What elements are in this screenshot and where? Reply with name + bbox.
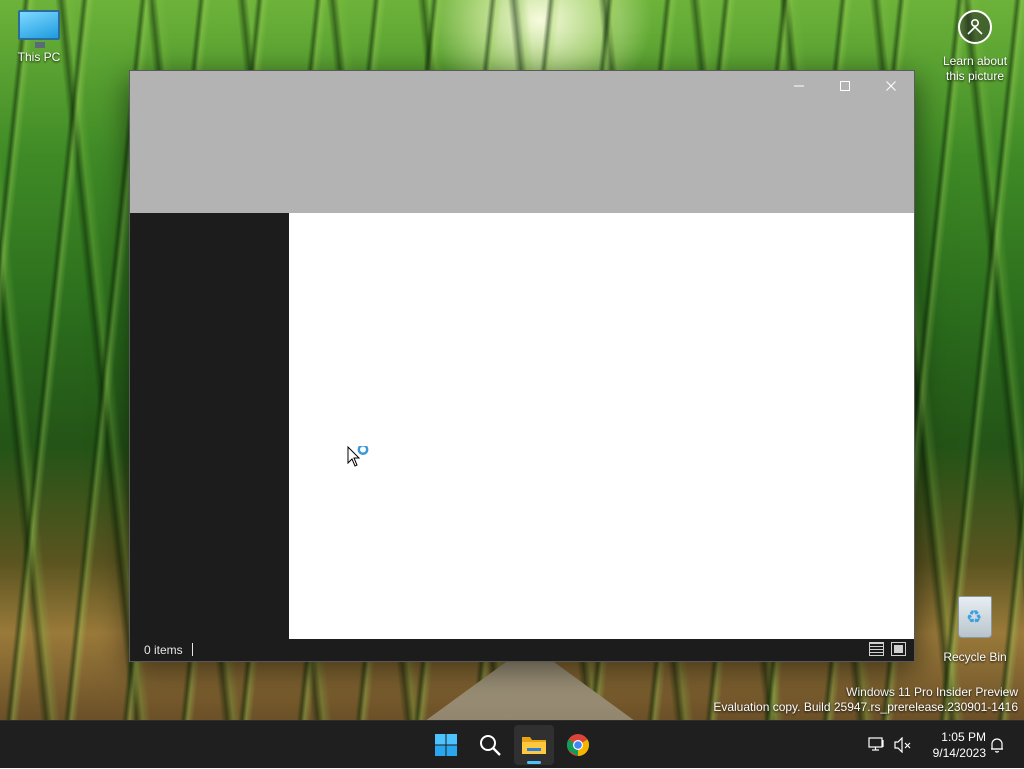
clock-date: 9/14/2023 xyxy=(932,746,986,760)
evaluation-watermark: Windows 11 Pro Insider Preview Evaluatio… xyxy=(713,685,1018,715)
status-divider xyxy=(192,643,193,656)
recycle-bin-icon: ♻ xyxy=(958,596,992,638)
large-icons-view-icon[interactable] xyxy=(891,642,906,656)
minimize-icon xyxy=(794,85,804,87)
recycle-bin-label: Recycle Bin xyxy=(943,650,1007,664)
window-titlebar[interactable] xyxy=(130,71,914,213)
chrome-icon xyxy=(567,734,589,756)
clock-time: 1:05 PM xyxy=(941,730,986,744)
search-button[interactable] xyxy=(470,725,510,765)
this-pc-icon xyxy=(18,10,60,48)
minimize-button[interactable] xyxy=(776,71,822,101)
volume-tray-button[interactable] xyxy=(892,721,914,769)
learn-about-label: Learn about this picture xyxy=(942,54,1008,83)
wallpaper-path xyxy=(410,662,650,720)
watermark-line-1: Windows 11 Pro Insider Preview xyxy=(846,685,1018,699)
desktop-icon-recycle-bin[interactable]: ♻ Recycle Bin xyxy=(940,596,1010,664)
taskbar: 1:05 PM 9/14/2023 xyxy=(0,720,1024,768)
close-button[interactable] xyxy=(868,71,914,101)
file-explorer-taskbar-button[interactable] xyxy=(514,725,554,765)
this-pc-label: This PC xyxy=(17,50,61,64)
taskbar-clock[interactable]: 1:05 PM 9/14/2023 xyxy=(920,729,986,761)
network-tray-button[interactable] xyxy=(866,721,888,769)
bell-icon xyxy=(991,738,1003,753)
desktop-icon-learn-about-picture[interactable]: Learn about this picture xyxy=(938,10,1012,84)
item-count: 0 items xyxy=(144,643,183,657)
maximize-button[interactable] xyxy=(822,71,868,101)
status-bar: 0 items xyxy=(130,639,914,661)
busy-cursor-icon xyxy=(347,444,373,475)
close-icon xyxy=(886,81,896,91)
details-view-icon[interactable] xyxy=(869,642,884,656)
maximize-icon xyxy=(840,81,850,91)
network-icon xyxy=(868,737,884,751)
folder-icon xyxy=(522,737,546,754)
windows-logo-icon xyxy=(435,734,457,756)
chrome-taskbar-button[interactable] xyxy=(558,725,598,765)
navigation-pane[interactable] xyxy=(130,213,289,639)
desktop-icon-this-pc[interactable]: This PC xyxy=(10,10,68,64)
camera-info-icon xyxy=(958,10,992,44)
start-button[interactable] xyxy=(426,725,466,765)
file-explorer-window: 0 items xyxy=(129,70,915,662)
volume-muted-icon xyxy=(894,737,911,753)
search-icon xyxy=(480,735,501,756)
file-list-area[interactable] xyxy=(289,213,914,639)
notifications-button[interactable] xyxy=(986,721,1008,769)
watermark-line-2: Evaluation copy. Build 25947.rs_prerelea… xyxy=(713,700,1018,714)
